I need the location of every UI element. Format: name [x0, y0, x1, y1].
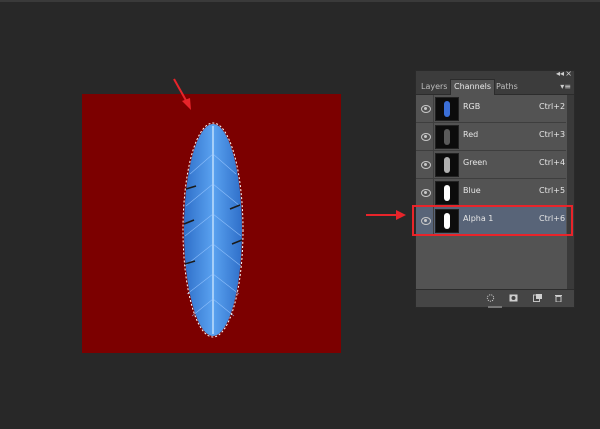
app-top-edge — [0, 0, 600, 2]
channel-shortcut: Ctrl+5 — [539, 186, 566, 195]
feather-image — [182, 122, 244, 338]
divider — [433, 95, 434, 122]
arrow-to-alpha-channel — [366, 210, 406, 220]
channel-shortcut: Ctrl+3 — [539, 130, 566, 139]
channel-name: Green — [463, 158, 488, 167]
channel-name: Blue — [463, 186, 481, 195]
new-channel-icon[interactable] — [533, 294, 542, 302]
tab-paths[interactable]: Paths — [496, 80, 518, 94]
visibility-eye-icon[interactable] — [421, 161, 431, 169]
channel-shortcut: Ctrl+2 — [539, 102, 566, 111]
thumbnail-feather-shape — [444, 157, 450, 173]
panel-footer-toolbar — [416, 289, 574, 308]
panel-scrollbar[interactable] — [567, 95, 574, 289]
tab-channels[interactable]: Channels — [450, 79, 496, 96]
panel-tabs: Layers Channels Paths ▾≡ — [416, 79, 574, 96]
channel-shortcut: Ctrl+4 — [539, 158, 566, 167]
channel-thumbnail — [435, 97, 459, 121]
visibility-eye-icon[interactable] — [421, 189, 431, 197]
panel-resize-grip[interactable] — [488, 306, 502, 308]
channel-thumbnail — [435, 125, 459, 149]
save-selection-icon[interactable] — [509, 294, 518, 302]
tab-layers[interactable]: Layers — [421, 80, 447, 94]
thumbnail-feather-shape — [444, 129, 450, 145]
channel-name: RGB — [463, 102, 481, 111]
channels-panel: ◂◂ × Layers Channels Paths ▾≡ RGB Ctrl+2… — [415, 69, 575, 308]
divider — [433, 179, 434, 206]
channel-row-green[interactable]: Green Ctrl+4 — [416, 151, 566, 179]
channel-thumbnail — [435, 153, 459, 177]
thumbnail-feather-shape — [444, 101, 450, 117]
close-panel-icon[interactable]: × — [565, 69, 572, 79]
divider — [433, 151, 434, 178]
channel-row-blue[interactable]: Blue Ctrl+5 — [416, 179, 566, 207]
channel-row-rgb[interactable]: RGB Ctrl+2 — [416, 95, 566, 123]
visibility-eye-icon[interactable] — [421, 105, 431, 113]
collapse-panel-icon[interactable]: ◂◂ — [556, 69, 564, 79]
load-selection-icon[interactable] — [486, 294, 495, 302]
channel-thumbnail — [435, 181, 459, 205]
trash-icon[interactable] — [554, 294, 563, 302]
document-canvas[interactable] — [82, 94, 341, 353]
divider — [433, 123, 434, 150]
channel-row-red[interactable]: Red Ctrl+3 — [416, 123, 566, 151]
channel-name: Red — [463, 130, 479, 139]
annotation-highlight-box — [412, 205, 573, 236]
thumbnail-feather-shape — [444, 185, 450, 201]
visibility-eye-icon[interactable] — [421, 133, 431, 141]
panel-menu-icon[interactable]: ▾≡ — [560, 82, 571, 92]
